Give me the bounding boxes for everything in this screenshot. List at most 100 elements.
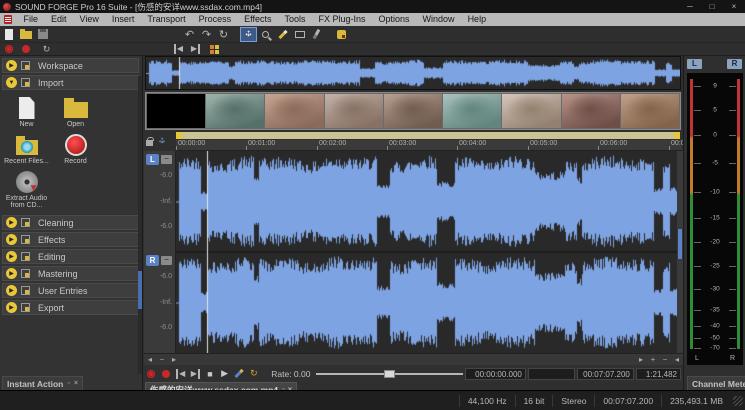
- menu-file[interactable]: File: [17, 13, 45, 26]
- menu-process[interactable]: Process: [192, 13, 238, 26]
- vertical-scrollbar-thumb[interactable]: [678, 229, 682, 259]
- panel-float-icon[interactable]: ▫: [67, 380, 69, 387]
- menu-options[interactable]: Options: [372, 13, 416, 26]
- import-new-button[interactable]: New: [4, 95, 49, 128]
- sidebar-section-export[interactable]: ▶Export: [2, 300, 139, 315]
- playbar-loop-button[interactable]: ↻: [247, 367, 262, 380]
- previous-button[interactable]: ◀: [173, 367, 188, 380]
- go-to-start-button[interactable]: ◀: [170, 44, 187, 55]
- menu-view[interactable]: View: [73, 13, 105, 26]
- regions-list-button[interactable]: [206, 44, 223, 55]
- import-extract-audio-from-cd--button[interactable]: Extract Audio from CD...: [4, 169, 49, 209]
- channel-R-badge[interactable]: R: [146, 255, 159, 266]
- close-button[interactable]: ×: [723, 0, 745, 13]
- expand-arrow-icon[interactable]: ▶: [6, 302, 17, 313]
- menu-insert[interactable]: Insert: [105, 13, 141, 26]
- import-recent-files--button[interactable]: Recent Files...: [4, 132, 49, 165]
- scroll-zoom-out-button[interactable]: −: [156, 355, 168, 364]
- video-strip[interactable]: [145, 92, 681, 130]
- go-to-end-button[interactable]: ▶: [187, 44, 204, 55]
- video-frame-5[interactable]: [443, 94, 501, 128]
- video-frame-0[interactable]: [147, 94, 205, 128]
- stop-button[interactable]: ■: [203, 367, 218, 380]
- envelope-tool-button[interactable]: [308, 27, 325, 42]
- sidebar-scrollbar[interactable]: [138, 76, 142, 374]
- sidebar-section-import[interactable]: ▼Import: [2, 75, 139, 90]
- video-frame-4[interactable]: [384, 94, 442, 128]
- loop-end-marker[interactable]: [674, 132, 680, 139]
- magnify-tool-button[interactable]: [257, 27, 274, 42]
- selection-start-box[interactable]: [528, 368, 575, 380]
- expand-arrow-icon[interactable]: ▼: [6, 77, 17, 88]
- zoom-out-button[interactable]: −: [659, 355, 671, 364]
- next-button[interactable]: ▶: [188, 367, 203, 380]
- cursor-position-box[interactable]: 00:00:00.000: [465, 368, 526, 380]
- zoom-right-button[interactable]: ▸: [635, 355, 647, 364]
- expand-arrow-icon[interactable]: ▶: [6, 268, 17, 279]
- lock-icon[interactable]: [146, 140, 153, 146]
- overview-waveform[interactable]: [145, 56, 681, 90]
- instant-action-tab[interactable]: Instant Action ▫ ×: [2, 376, 83, 390]
- marker-tool-button[interactable]: [232, 367, 247, 380]
- play-button[interactable]: ▶: [217, 367, 232, 380]
- rate-slider-handle[interactable]: [384, 370, 395, 378]
- video-frame-1[interactable]: [206, 94, 264, 128]
- minimize-button[interactable]: ─: [679, 0, 701, 13]
- playbar-record-button[interactable]: [159, 367, 174, 380]
- sidebar-scrollbar-thumb[interactable]: [138, 271, 142, 309]
- edit-tool-button[interactable]: ↔↕: [240, 27, 257, 42]
- expand-arrow-icon[interactable]: ▶: [6, 285, 17, 296]
- import-open-button[interactable]: Open: [53, 95, 98, 128]
- menu-transport[interactable]: Transport: [141, 13, 192, 26]
- waveform-canvas[interactable]: [176, 151, 677, 353]
- menu-fx-plug-ins[interactable]: FX Plug-Ins: [312, 13, 372, 26]
- meter-right-button[interactable]: R: [727, 59, 742, 69]
- selection-end-box[interactable]: 00:07:07.200: [577, 368, 634, 380]
- sidebar-section-cleaning[interactable]: ▶Cleaning: [2, 215, 139, 230]
- new-file-button[interactable]: [0, 27, 17, 42]
- video-frame-3[interactable]: [325, 94, 383, 128]
- expand-arrow-icon[interactable]: ▶: [6, 234, 17, 245]
- record-special-button[interactable]: [144, 367, 159, 380]
- time-ruler[interactable]: 00:00:0000:01:0000:02:0000:03:0000:04:00…: [176, 140, 682, 151]
- sidebar-section-editing[interactable]: ▶Editing: [2, 249, 139, 264]
- zoom-selection-button[interactable]: ◂: [671, 355, 683, 364]
- undo-button[interactable]: ↶: [181, 27, 198, 42]
- pencil-tool-button[interactable]: [274, 27, 291, 42]
- expand-arrow-icon[interactable]: ▶: [6, 217, 17, 228]
- loop-region-bar[interactable]: [176, 132, 680, 139]
- save-button[interactable]: [34, 27, 51, 42]
- channel-minimize-button[interactable]: −: [161, 155, 172, 164]
- video-frame-2[interactable]: [265, 94, 323, 128]
- record-options-button[interactable]: [0, 44, 17, 55]
- record-button[interactable]: [17, 44, 34, 55]
- zoom-in-button[interactable]: +: [647, 355, 659, 364]
- menu-tools[interactable]: Tools: [278, 13, 312, 26]
- video-frame-8[interactable]: [621, 94, 679, 128]
- expand-arrow-icon[interactable]: ▶: [6, 251, 17, 262]
- video-frame-6[interactable]: [502, 94, 560, 128]
- channel-meters-tab[interactable]: Channel Meters ▫: [687, 376, 745, 390]
- sidebar-section-workspace[interactable]: ▶Workspace: [2, 58, 139, 73]
- menu-window[interactable]: Window: [416, 13, 461, 26]
- open-button[interactable]: [17, 27, 34, 42]
- channel-L-badge[interactable]: L: [146, 154, 159, 165]
- move-tool-icon[interactable]: ↔↕: [156, 135, 168, 147]
- scroll-right-button[interactable]: ▸: [168, 355, 180, 364]
- import-record-button[interactable]: Record: [53, 132, 98, 165]
- sidebar-section-user-entries[interactable]: ▶User Entries: [2, 283, 139, 298]
- redo-button[interactable]: ↷: [198, 27, 215, 42]
- selection-length-box[interactable]: 1:21,482: [636, 368, 681, 380]
- scroll-left-button[interactable]: ◂: [144, 355, 156, 364]
- resize-grip-icon[interactable]: [733, 396, 743, 406]
- video-frame-7[interactable]: [562, 94, 620, 128]
- panel-close-icon[interactable]: ×: [74, 380, 78, 387]
- menu-edit[interactable]: Edit: [45, 13, 74, 26]
- channel-minimize-button[interactable]: −: [161, 256, 172, 265]
- maximize-button[interactable]: □: [701, 0, 723, 13]
- loop-start-marker[interactable]: [176, 132, 182, 139]
- repeat-button[interactable]: ↻: [215, 27, 232, 42]
- expand-arrow-icon[interactable]: ▶: [6, 60, 17, 71]
- sidebar-section-effects[interactable]: ▶Effects: [2, 232, 139, 247]
- event-tool-button[interactable]: [291, 27, 308, 42]
